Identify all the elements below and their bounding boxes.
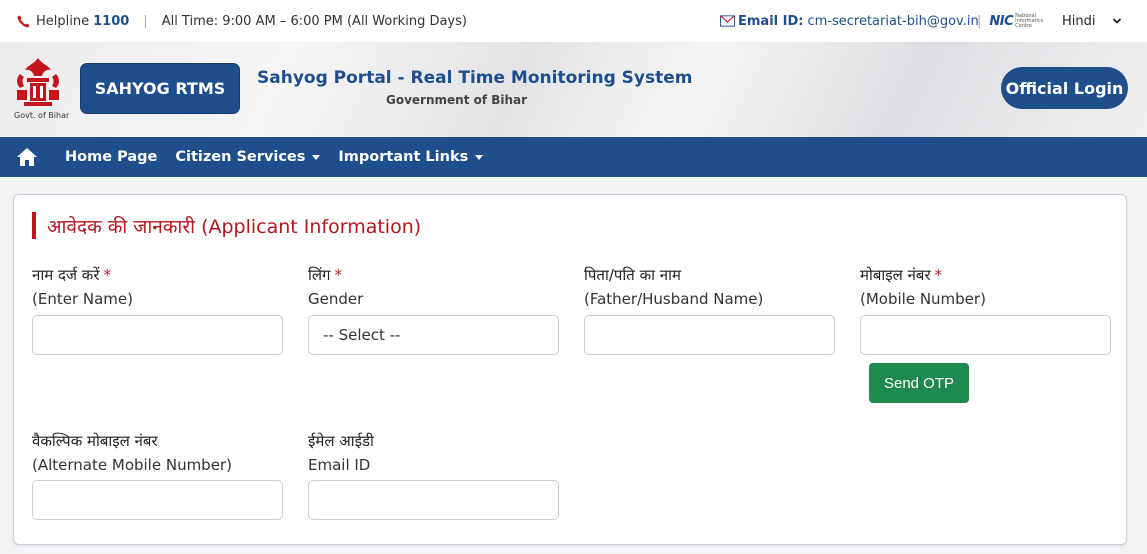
- field-label-en: Email ID: [308, 456, 371, 474]
- alternate-mobile-input[interactable]: [32, 480, 283, 520]
- chevron-down-icon: [1112, 18, 1121, 24]
- field-label-en: (Alternate Mobile Number): [32, 456, 232, 474]
- portal-subtitle: Government of Bihar: [386, 93, 528, 107]
- field-label-en: (Enter Name): [32, 290, 133, 308]
- email-icon: [720, 15, 735, 27]
- nav-item-label: Home Page: [65, 149, 158, 165]
- separator: |: [977, 13, 982, 29]
- required-mark: *: [103, 266, 111, 284]
- applicant-info-card: आवेदक की जानकारी (Applicant Information)…: [13, 194, 1127, 545]
- field-label-hi: लिंग *: [308, 265, 363, 287]
- nic-logo-wrap: | NIC National Informatics Centre: [977, 0, 1044, 42]
- label-text: नाम दर्ज करें: [32, 266, 100, 284]
- caret-down-icon: [475, 154, 484, 160]
- helpline-number[interactable]: 1100: [93, 14, 129, 29]
- nav-item-home-page[interactable]: Home Page: [65, 149, 157, 165]
- field-label-en: (Mobile Number): [860, 290, 986, 308]
- father-husband-name-input[interactable]: [584, 315, 835, 355]
- mobile-number-field: मोबाइल नंबर * (Mobile Number): [860, 265, 1111, 355]
- name-input[interactable]: [32, 315, 283, 355]
- required-mark: *: [334, 266, 343, 284]
- field-label-en: (Father/Husband Name): [584, 290, 764, 308]
- field-label-hi: मोबाइल नंबर *: [860, 265, 986, 287]
- email-contact[interactable]: Email ID: cm-secretariat-bih@gov.in: [720, 0, 979, 42]
- section-title: आवेदक की जानकारी (Applicant Information): [32, 212, 421, 239]
- home-icon[interactable]: [16, 147, 38, 167]
- alternate-mobile-field: वैकल्पिक मोबाइल नंबर (Alternate Mobile N…: [32, 431, 283, 520]
- name-field: नाम दर्ज करें * (Enter Name): [32, 265, 283, 355]
- email-id-field: ईमेल आईडी Email ID: [308, 431, 559, 520]
- portal-title: Sahyog Portal - Real Time Monitoring Sys…: [257, 68, 693, 88]
- label-text: मोबाइल नंबर: [860, 266, 931, 284]
- language-select[interactable]: Hindi: [1062, 0, 1122, 42]
- top-utility-bar: Helpline 1100 | All Time: 9:00 AM – 6:00…: [0, 0, 1147, 42]
- caret-down-icon: [312, 154, 321, 160]
- main-navigation: Home Page Citizen Services Important Lin…: [0, 137, 1147, 177]
- gender-select-value: -- Select --: [323, 326, 401, 344]
- send-otp-button[interactable]: Send OTP: [869, 363, 969, 403]
- nic-logo: NIC: [989, 13, 1014, 29]
- email-value[interactable]: cm-secretariat-bih@gov.in: [807, 14, 978, 29]
- field-label-hi: ईमेल आईडी: [308, 432, 374, 450]
- gender-field: लिंग * Gender -- Select --: [308, 265, 559, 355]
- field-label-hi: वैकल्पिक मोबाइल नंबर: [32, 432, 158, 450]
- gender-select[interactable]: -- Select --: [308, 315, 559, 355]
- nav-item-citizen-services[interactable]: Citizen Services: [175, 149, 321, 165]
- language-value: Hindi: [1062, 13, 1096, 29]
- nav-item-label: Important Links: [338, 149, 469, 165]
- field-label-hi: नाम दर्ज करें *: [32, 265, 133, 287]
- sahyog-rtms-button[interactable]: SAHYOG RTMS: [80, 63, 240, 114]
- nic-subtitle: National Informatics Centre: [1015, 12, 1044, 29]
- official-login-button[interactable]: Official Login: [1001, 67, 1128, 109]
- label-text: लिंग: [308, 266, 331, 284]
- phone-icon: [17, 14, 30, 27]
- working-hours: All Time: 9:00 AM – 6:00 PM (All Working…: [161, 13, 467, 29]
- helpline-label: Helpline: [36, 13, 90, 29]
- field-label-hi: पिता/पति का नाम: [584, 266, 681, 284]
- mobile-number-input[interactable]: [860, 315, 1111, 355]
- emblem-caption: Govt. of Bihar: [14, 111, 70, 120]
- separator: |: [143, 13, 148, 29]
- email-id-input[interactable]: [308, 480, 559, 520]
- nav-item-label: Citizen Services: [175, 149, 306, 165]
- father-husband-name-field: पिता/पति का नाम (Father/Husband Name): [584, 265, 835, 355]
- nav-item-important-links[interactable]: Important Links: [338, 149, 484, 165]
- field-label-en: Gender: [308, 290, 364, 308]
- email-label: Email ID:: [738, 13, 804, 29]
- required-mark: *: [934, 266, 943, 284]
- site-header: Govt. of Bihar SAHYOG RTMS Sahyog Portal…: [0, 42, 1147, 137]
